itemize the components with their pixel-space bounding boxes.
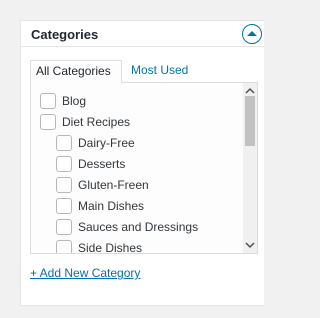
category-checkbox[interactable] <box>56 135 72 151</box>
chevron-up-icon <box>247 31 257 36</box>
add-new-category-link[interactable]: + Add New Category <box>30 266 140 280</box>
category-label: Main Dishes <box>78 199 145 213</box>
category-tabs: All Categories Most Used <box>30 60 258 83</box>
tab-most-used[interactable]: Most Used <box>126 60 193 83</box>
category-checklist: Blog Diet Recipes Dairy-Free Desserts Gluten… <box>30 82 258 254</box>
category-label: Side Dishes <box>78 241 143 254</box>
category-checkbox[interactable] <box>56 156 72 172</box>
scroll-up-icon[interactable] <box>245 87 255 95</box>
category-label: Sauces and Dressings <box>78 220 199 234</box>
category-checkbox[interactable] <box>40 93 56 109</box>
category-label: Blog <box>62 94 87 108</box>
panel-title: Categories <box>31 27 99 42</box>
list-scrollbar[interactable] <box>243 83 257 253</box>
category-checkbox[interactable] <box>40 114 56 130</box>
scrollbar-thumb[interactable] <box>245 96 255 146</box>
category-label: Desserts <box>78 157 126 171</box>
category-label: Gluten-Freen <box>78 178 149 192</box>
category-checkbox[interactable] <box>56 219 72 235</box>
tab-all-categories[interactable]: All Categories <box>30 60 122 83</box>
panel-toggle-button[interactable] <box>242 24 262 44</box>
category-checkbox[interactable] <box>56 198 72 214</box>
category-checkbox[interactable] <box>56 240 72 253</box>
category-checkbox[interactable] <box>56 177 72 193</box>
scroll-down-icon[interactable] <box>245 241 255 249</box>
category-label: Dairy-Free <box>78 136 135 150</box>
panel-header: Categories <box>21 21 264 47</box>
category-label: Diet Recipes <box>62 115 131 129</box>
